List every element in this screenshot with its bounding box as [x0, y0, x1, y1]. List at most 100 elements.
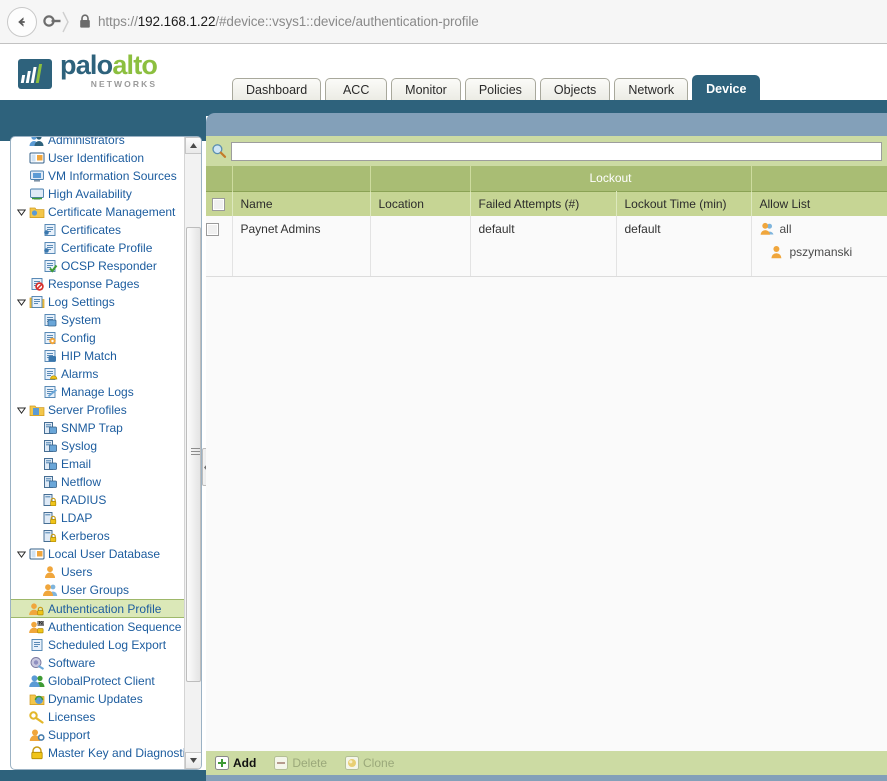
sidebar-item-response-pages[interactable]: Response Pages: [11, 275, 184, 293]
column-header-name[interactable]: Name: [232, 190, 371, 216]
tab-label: Objects: [553, 83, 597, 97]
tab-objects[interactable]: Objects: [539, 78, 611, 101]
sidebar-item-user-groups[interactable]: User Groups: [11, 581, 184, 599]
padlock-icon: [79, 14, 91, 29]
sidebar-item-ldap[interactable]: LDAP: [11, 509, 184, 527]
sidebar-item-certificates[interactable]: Certificates: [11, 221, 184, 239]
search-input[interactable]: [231, 141, 882, 161]
sidebar-item-globalprotect-client[interactable]: GlobalProtect Client: [11, 672, 184, 690]
sidebar-item-label: Log Settings: [48, 295, 115, 309]
select-all-checkbox[interactable]: [212, 197, 226, 211]
tab-policies[interactable]: Policies: [464, 78, 536, 101]
browser-toolbar: https://192.168.1.22/#device::vsys1::dev…: [0, 0, 887, 44]
sidebar-item-software[interactable]: Software: [11, 654, 184, 672]
back-button[interactable]: [7, 6, 37, 37]
certificate-icon: [41, 222, 59, 238]
chevron-down-icon[interactable]: [15, 208, 28, 217]
select-all-header[interactable]: [206, 190, 233, 216]
group-header-blank-1: [206, 166, 233, 191]
column-header-location[interactable]: Location: [370, 190, 471, 216]
sidebar-item-manage-logs[interactable]: Manage Logs: [11, 383, 184, 401]
tab-monitor[interactable]: Monitor: [391, 78, 461, 101]
sidebar-item-kerberos[interactable]: Kerberos: [11, 527, 184, 545]
authentication-profile-icon: [28, 601, 46, 617]
sidebar-item-dynamic-updates[interactable]: Dynamic Updates: [11, 690, 184, 708]
column-header-allow-list[interactable]: Allow List: [751, 190, 887, 216]
sidebar-item-label: HIP Match: [61, 349, 117, 363]
search-icon[interactable]: [211, 143, 231, 159]
chevron-down-icon[interactable]: [15, 298, 28, 307]
scroll-up-arrow-icon[interactable]: [185, 137, 201, 154]
server-lock-icon: [41, 510, 59, 526]
tab-dashboard[interactable]: Dashboard: [232, 78, 322, 101]
clone-button-label: Clone: [363, 756, 395, 770]
sidebar-item-scheduled-log-export[interactable]: Scheduled Log Export: [11, 636, 184, 654]
table-row[interactable]: Paynet Admins default default all pszyma…: [206, 216, 887, 277]
clone-button[interactable]: Clone: [345, 756, 394, 770]
sidebar-item-label: OCSP Responder: [61, 259, 157, 273]
user-group-icon: [41, 582, 59, 598]
sidebar-item-label: Certificate Profile: [61, 241, 153, 255]
sidebar-item-authentication-profile[interactable]: Authentication Profile: [11, 599, 184, 618]
sidebar-item-users[interactable]: Users: [11, 563, 184, 581]
sidebar-item-snmp-trap[interactable]: SNMP Trap: [11, 419, 184, 437]
sidebar-item-radius[interactable]: RADIUS: [11, 491, 184, 509]
sidebar-item-certificate-management[interactable]: Certificate Management: [11, 203, 184, 221]
sidebar-item-licenses[interactable]: Licenses: [11, 708, 184, 726]
sidebar-item-local-user-database[interactable]: Local User Database: [11, 545, 184, 563]
sidebar-item-high-availability[interactable]: High Availability: [11, 185, 184, 203]
sidebar-scrollbar[interactable]: [184, 137, 201, 769]
server-profile-icon: [41, 456, 59, 472]
sidebar-item-config[interactable]: Config: [11, 329, 184, 347]
sidebar-item-log-settings[interactable]: Log Settings: [11, 293, 184, 311]
sidebar-item-authentication-sequence[interactable]: 123 Authentication Sequence: [11, 618, 184, 636]
url-host: 192.168.1.22: [137, 14, 216, 29]
sidebar-item-ocsp-responder[interactable]: OCSP Responder: [11, 257, 184, 275]
sidebar-scrollbar-thumb[interactable]: [186, 227, 201, 682]
allow-list-item: pszymanski: [760, 245, 887, 259]
sidebar-item-label: Alarms: [61, 367, 99, 381]
sidebar-item-support[interactable]: Support: [11, 726, 184, 744]
folder-server-icon: [28, 402, 46, 418]
group-header-lockout: Lockout: [470, 166, 752, 191]
sidebar-item-server-profiles[interactable]: Server Profiles: [11, 401, 184, 419]
address-bar[interactable]: https://192.168.1.22/#device::vsys1::dev…: [98, 14, 479, 29]
sidebar-item-certificate-profile[interactable]: Certificate Profile: [11, 239, 184, 257]
tab-label: Dashboard: [246, 83, 308, 97]
sidebar-item-label: Authentication Profile: [48, 601, 162, 616]
tab-device[interactable]: Device: [692, 75, 761, 101]
tab-acc[interactable]: ACC: [325, 78, 388, 101]
scroll-down-arrow-icon[interactable]: [185, 752, 201, 769]
row-select-cell[interactable]: [206, 216, 233, 277]
sidebar-item-master-key-and-diagnostics[interactable]: Master Key and Diagnostics: [11, 744, 197, 762]
sidebar: Administrators User Identification VM Info…: [10, 136, 202, 770]
response-pages-icon: [28, 276, 46, 292]
row-checkbox[interactable]: [206, 223, 219, 237]
sidebar-item-netflow[interactable]: Netflow: [11, 473, 184, 491]
sidebar-item-administrators[interactable]: Administrators: [11, 137, 184, 149]
add-button[interactable]: Add: [215, 756, 256, 770]
sidebar-item-vm-information-sources[interactable]: VM Information Sources: [11, 167, 184, 185]
authentication-sequence-icon: 123: [28, 619, 46, 635]
sidebar-item-email[interactable]: Email: [11, 455, 184, 473]
cell-name[interactable]: Paynet Admins: [232, 216, 371, 277]
chevron-down-icon[interactable]: [15, 550, 28, 559]
site-identity-chevron[interactable]: [39, 9, 69, 35]
tab-network[interactable]: Network: [614, 78, 689, 101]
delete-button[interactable]: Delete: [274, 756, 327, 770]
sidebar-item-user-identification[interactable]: User Identification: [11, 149, 184, 167]
sidebar-item-hip-match[interactable]: HIP Match: [11, 347, 184, 365]
user-icon: [770, 245, 790, 259]
sidebar-tree: Administrators User Identification VM Info…: [11, 137, 197, 762]
svg-text:123: 123: [37, 621, 45, 626]
chevron-down-icon[interactable]: [15, 406, 28, 415]
delete-button-label: Delete: [292, 756, 328, 770]
column-header-lockout-time[interactable]: Lockout Time (min): [616, 190, 752, 216]
sidebar-item-label: Config: [61, 331, 96, 345]
sidebar-item-alarms[interactable]: Alarms: [11, 365, 184, 383]
sidebar-item-label: Licenses: [48, 710, 96, 724]
sidebar-item-system[interactable]: System: [11, 311, 184, 329]
column-header-failed-attempts[interactable]: Failed Attempts (#): [470, 190, 617, 216]
sidebar-item-syslog[interactable]: Syslog: [11, 437, 184, 455]
hip-match-icon: [41, 348, 59, 364]
